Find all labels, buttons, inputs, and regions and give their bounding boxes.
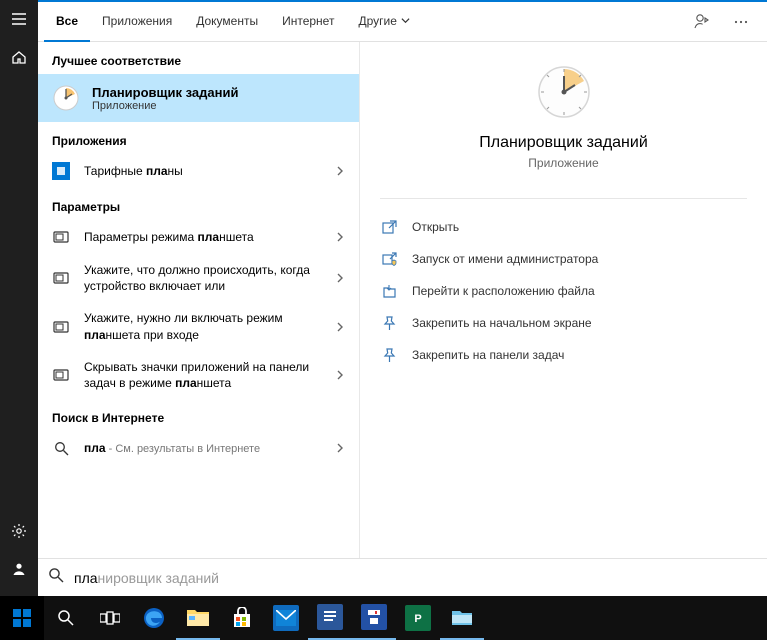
task-scheduler-large-icon bbox=[536, 64, 592, 120]
chevron-right-icon bbox=[335, 370, 345, 380]
task-view-icon[interactable] bbox=[88, 596, 132, 640]
app-publisher-icon[interactable]: P bbox=[396, 596, 440, 640]
pin-start-icon bbox=[380, 314, 398, 332]
chevron-right-icon bbox=[335, 273, 345, 283]
svg-text:P: P bbox=[414, 613, 421, 625]
chevron-down-icon bbox=[401, 16, 410, 25]
folder-location-icon bbox=[380, 282, 398, 300]
best-match-item[interactable]: Планировщик заданий Приложение bbox=[38, 74, 359, 122]
pin-taskbar-icon bbox=[380, 346, 398, 364]
setting-result[interactable]: Параметры режима планшета bbox=[38, 220, 359, 254]
shield-admin-icon bbox=[380, 250, 398, 268]
search-box[interactable]: планировщик заданий bbox=[38, 558, 767, 596]
action-run-admin[interactable]: Запуск от имени администратора bbox=[372, 243, 755, 275]
tablet-icon bbox=[52, 269, 70, 287]
tab-apps[interactable]: Приложения bbox=[90, 2, 184, 42]
divider bbox=[380, 198, 747, 199]
chevron-right-icon bbox=[335, 166, 345, 176]
app-misc-icon[interactable] bbox=[440, 596, 484, 640]
tablet-icon bbox=[52, 228, 70, 246]
tab-web[interactable]: Интернет bbox=[270, 2, 346, 42]
tab-docs[interactable]: Документы bbox=[184, 2, 270, 42]
tablet-icon bbox=[52, 318, 70, 336]
web-result-text: пла - См. результаты в Интернете bbox=[84, 440, 329, 457]
start-button[interactable] bbox=[0, 596, 44, 640]
results-column: Лучшее соответствие Планировщик заданий … bbox=[38, 42, 360, 558]
app-result-text: Тарифные планы bbox=[84, 163, 329, 179]
preview-actions: Открыть Запуск от имени администратора П… bbox=[360, 205, 767, 377]
action-file-location[interactable]: Перейти к расположению файла bbox=[372, 275, 755, 307]
preview-column: Планировщик заданий Приложение Открыть З… bbox=[360, 42, 767, 558]
tablet-icon bbox=[52, 366, 70, 384]
taskbar: P bbox=[0, 596, 767, 640]
group-best-match: Лучшее соответствие bbox=[38, 42, 359, 74]
action-label: Закрепить на начальном экране bbox=[412, 316, 592, 330]
start-left-rail bbox=[0, 0, 38, 596]
app-result[interactable]: Тарифные планы bbox=[38, 154, 359, 188]
best-match-title: Планировщик заданий bbox=[92, 85, 238, 100]
action-label: Закрепить на панели задач bbox=[412, 348, 564, 362]
setting-result[interactable]: Скрывать значки приложений на панели зад… bbox=[38, 351, 359, 399]
setting-result-text: Укажите, что должно происходить, когда у… bbox=[84, 262, 329, 294]
best-match-sub: Приложение bbox=[92, 100, 238, 112]
chevron-right-icon bbox=[335, 443, 345, 453]
chevron-right-icon bbox=[335, 232, 345, 242]
open-icon bbox=[380, 218, 398, 236]
file-explorer-icon[interactable] bbox=[176, 596, 220, 640]
store-icon[interactable] bbox=[220, 596, 264, 640]
setting-result[interactable]: Укажите, нужно ли включать режим планшет… bbox=[38, 302, 359, 350]
action-label: Открыть bbox=[412, 220, 459, 234]
group-settings: Параметры bbox=[38, 188, 359, 220]
profile-icon[interactable] bbox=[0, 550, 38, 588]
chevron-right-icon bbox=[335, 322, 345, 332]
app-word-icon[interactable] bbox=[308, 596, 352, 640]
app-save-icon[interactable] bbox=[352, 596, 396, 640]
search-panel: Все Приложения Документы Интернет Другие… bbox=[38, 0, 767, 596]
tab-all[interactable]: Все bbox=[44, 2, 90, 42]
setting-result-text: Параметры режима планшета bbox=[84, 229, 329, 245]
search-icon bbox=[48, 567, 64, 588]
mail-icon[interactable] bbox=[264, 596, 308, 640]
action-label: Перейти к расположению файла bbox=[412, 284, 595, 298]
web-result[interactable]: пла - См. результаты в Интернете bbox=[38, 431, 359, 465]
gear-icon[interactable] bbox=[0, 512, 38, 550]
task-scheduler-icon bbox=[52, 84, 80, 112]
home-icon[interactable] bbox=[0, 38, 38, 76]
action-pin-start[interactable]: Закрепить на начальном экране bbox=[372, 307, 755, 339]
setting-result-text: Скрывать значки приложений на панели зад… bbox=[84, 359, 329, 391]
action-pin-taskbar[interactable]: Закрепить на панели задач bbox=[372, 339, 755, 371]
edge-icon[interactable] bbox=[132, 596, 176, 640]
setting-result-text: Укажите, нужно ли включать режим планшет… bbox=[84, 310, 329, 342]
action-open[interactable]: Открыть bbox=[372, 211, 755, 243]
setting-result[interactable]: Укажите, что должно происходить, когда у… bbox=[38, 254, 359, 302]
tab-more[interactable]: Другие bbox=[346, 2, 421, 42]
more-options-icon[interactable] bbox=[721, 2, 761, 42]
app-tile-icon bbox=[52, 162, 70, 180]
preview-title: Планировщик заданий bbox=[479, 134, 648, 152]
group-apps: Приложения bbox=[38, 122, 359, 154]
group-web: Поиск в Интернете bbox=[38, 399, 359, 431]
search-tabs: Все Приложения Документы Интернет Другие bbox=[38, 2, 767, 42]
action-label: Запуск от имени администратора bbox=[412, 252, 598, 266]
feedback-icon[interactable] bbox=[681, 2, 721, 42]
search-input[interactable]: планировщик заданий bbox=[74, 570, 219, 586]
search-icon bbox=[52, 439, 70, 457]
search-taskbar-icon[interactable] bbox=[44, 596, 88, 640]
hamburger-icon[interactable] bbox=[0, 0, 38, 38]
preview-sub: Приложение bbox=[528, 156, 598, 170]
